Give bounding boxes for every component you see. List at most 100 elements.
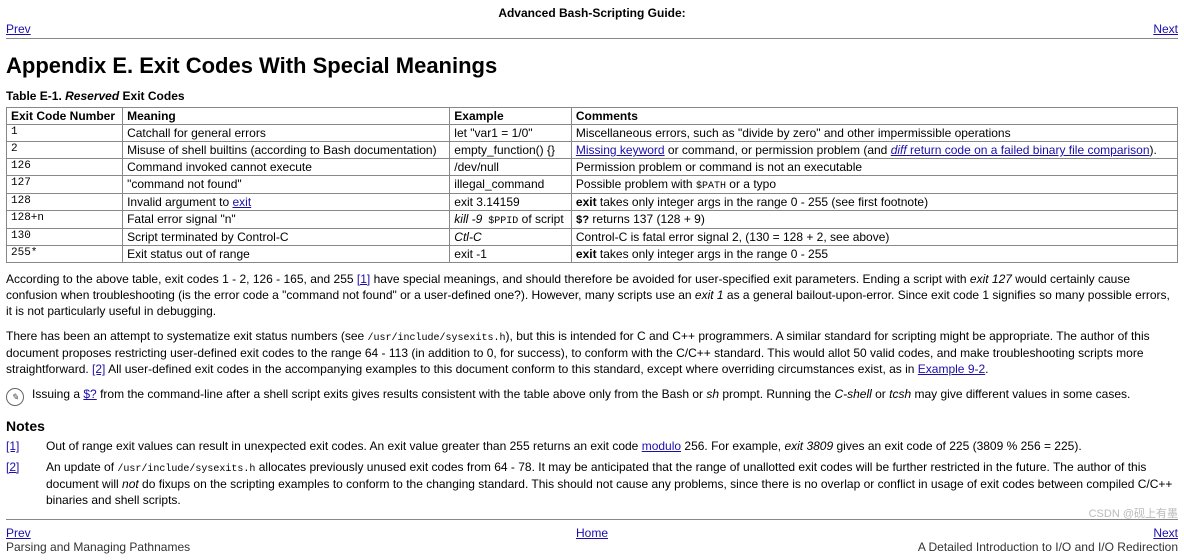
notes-heading: Notes bbox=[6, 418, 1178, 434]
cell-code: 130 bbox=[7, 229, 123, 246]
exit-bold: exit bbox=[576, 247, 597, 261]
cell-example: exit 3.14159 bbox=[450, 194, 572, 211]
example-9-2-link[interactable]: Example 9-2 bbox=[918, 362, 985, 376]
text: Issuing a bbox=[32, 387, 83, 401]
next-link-bottom[interactable]: Next bbox=[1153, 526, 1178, 540]
exit-127: exit 127 bbox=[970, 272, 1012, 286]
page-title: Appendix E. Exit Codes With Special Mean… bbox=[6, 53, 1178, 79]
footnote-1-ref[interactable]: [1] bbox=[357, 272, 370, 286]
text: prompt. Running the bbox=[719, 387, 834, 401]
text: or bbox=[872, 387, 889, 401]
text: gives an exit code of 225 (3809 % 256 = … bbox=[833, 439, 1082, 453]
text: There has been an attempt to systematize… bbox=[6, 329, 368, 343]
table-caption: Table E-1. Reserved Exit Codes bbox=[6, 89, 1178, 103]
th-comments: Comments bbox=[571, 108, 1177, 125]
text: or command, or permission problem (and bbox=[665, 143, 891, 157]
cell-code: 127 bbox=[7, 176, 123, 194]
missing-keyword-link[interactable]: Missing keyword bbox=[576, 143, 665, 157]
text: takes only integer args in the range 0 -… bbox=[597, 247, 828, 261]
text: ). bbox=[1150, 143, 1157, 157]
not: not bbox=[122, 477, 139, 491]
caption-em: Reserved bbox=[65, 89, 119, 103]
sh: sh bbox=[706, 387, 719, 401]
tcsh: tcsh bbox=[889, 387, 911, 401]
next-link[interactable]: Next bbox=[1153, 22, 1178, 36]
footnote-1-text: Out of range exit values can result in u… bbox=[46, 438, 1082, 454]
text: do fixups on the scripting examples to c… bbox=[46, 477, 1172, 507]
text: All user-defined exit codes in the accom… bbox=[105, 362, 917, 376]
cell-example: empty_function() {} bbox=[450, 142, 572, 159]
c-shell: C-shell bbox=[834, 387, 871, 401]
text: takes only integer args in the range 0 -… bbox=[597, 195, 929, 209]
prev-link-bottom[interactable]: Prev bbox=[6, 526, 31, 540]
modulo-link[interactable]: modulo bbox=[642, 439, 681, 453]
cell-meaning: Misuse of shell builtins (according to B… bbox=[123, 142, 450, 159]
footnote-1-num[interactable]: [1] bbox=[6, 439, 19, 453]
cell-meaning: "command not found" bbox=[123, 176, 450, 194]
footnote-2-num[interactable]: [2] bbox=[6, 460, 19, 474]
cell-meaning: Invalid argument to exit bbox=[123, 194, 450, 211]
cell-comment: Control-C is fatal error signal 2, (130 … bbox=[571, 229, 1177, 246]
text: of script bbox=[518, 212, 563, 226]
cell-example: illegal_command bbox=[450, 176, 572, 194]
prev-link[interactable]: Prev bbox=[6, 22, 31, 36]
paragraph-1: According to the above table, exit codes… bbox=[6, 271, 1178, 320]
text: from the command-line after a shell scri… bbox=[97, 387, 707, 401]
exit-link[interactable]: exit bbox=[233, 195, 252, 209]
watermark: CSDN @砚上有墨 bbox=[1089, 505, 1178, 521]
home-link[interactable]: Home bbox=[576, 526, 608, 540]
diff-tail: return code on a failed binary file comp… bbox=[907, 143, 1150, 157]
cell-meaning: Fatal error signal "n" bbox=[123, 211, 450, 229]
table-row: 128+n Fatal error signal "n" kill -9 $PP… bbox=[7, 211, 1178, 229]
text: have special meanings, and should theref… bbox=[370, 272, 970, 286]
path-var: $PATH bbox=[696, 181, 726, 192]
sysexits-path: /usr/include/sysexits.h bbox=[368, 333, 506, 344]
text: An update of bbox=[46, 460, 117, 474]
ppid: $PPID bbox=[482, 216, 518, 227]
bottom-nav-labels: Parsing and Managing Pathnames A Detaile… bbox=[6, 540, 1178, 554]
text: . bbox=[985, 362, 988, 376]
cell-example: /dev/null bbox=[450, 159, 572, 176]
cell-comment: $? returns 137 (128 + 9) bbox=[571, 211, 1177, 229]
th-example: Example bbox=[450, 108, 572, 125]
footnote-1: [1] Out of range exit values can result … bbox=[6, 438, 1178, 454]
bottom-nav: Prev Home Next bbox=[6, 526, 1178, 540]
text: 256. For example, bbox=[681, 439, 784, 453]
text: Possible problem with bbox=[576, 177, 696, 191]
cell-comment: Miscellaneous errors, such as "divide by… bbox=[571, 125, 1177, 142]
cell-code: 255* bbox=[7, 246, 123, 263]
sysexits-path: /usr/include/sysexits.h bbox=[117, 464, 255, 475]
footnote-2: [2] An update of /usr/include/sysexits.h… bbox=[6, 459, 1178, 509]
caption-label: Table E-1. bbox=[6, 89, 65, 103]
diff-link[interactable]: diff return code on a failed binary file… bbox=[891, 143, 1150, 157]
th-meaning: Meaning bbox=[123, 108, 450, 125]
dollar-q-link[interactable]: $? bbox=[83, 387, 96, 401]
table-row: 130 Script terminated by Control-C Ctl-C… bbox=[7, 229, 1178, 246]
exit-1: exit 1 bbox=[695, 288, 724, 302]
table-row: 128 Invalid argument to exit exit 3.1415… bbox=[7, 194, 1178, 211]
cell-example: Ctl-C bbox=[450, 229, 572, 246]
text: may give different values in some cases. bbox=[911, 387, 1130, 401]
note-icon: ✎ bbox=[6, 388, 24, 406]
cell-code: 1 bbox=[7, 125, 123, 142]
text: According to the above table, exit codes… bbox=[6, 272, 357, 286]
exit-codes-table: Exit Code Number Meaning Example Comment… bbox=[6, 107, 1178, 263]
table-row: 2 Misuse of shell builtins (according to… bbox=[7, 142, 1178, 159]
caption-tail: Exit Codes bbox=[119, 89, 184, 103]
cell-comment: Permission problem or command is not an … bbox=[571, 159, 1177, 176]
dollar-q: $? bbox=[576, 215, 589, 227]
table-header-row: Exit Code Number Meaning Example Comment… bbox=[7, 108, 1178, 125]
next-title: A Detailed Introduction to I/O and I/O R… bbox=[918, 540, 1178, 554]
top-nav: Prev Next bbox=[6, 22, 1178, 36]
text: Invalid argument to bbox=[127, 195, 232, 209]
table-row: 127 "command not found" illegal_command … bbox=[7, 176, 1178, 194]
th-code: Exit Code Number bbox=[7, 108, 123, 125]
cell-example: let "var1 = 1/0" bbox=[450, 125, 572, 142]
footnote-2-ref[interactable]: [2] bbox=[92, 362, 105, 376]
table-row: 126 Command invoked cannot execute /dev/… bbox=[7, 159, 1178, 176]
cell-example: kill -9 $PPID of script bbox=[450, 211, 572, 229]
cell-code: 128+n bbox=[7, 211, 123, 229]
cell-comment: exit takes only integer args in the rang… bbox=[571, 246, 1177, 263]
footnote-2-text: An update of /usr/include/sysexits.h all… bbox=[46, 459, 1178, 509]
cell-comment: exit takes only integer args in the rang… bbox=[571, 194, 1177, 211]
